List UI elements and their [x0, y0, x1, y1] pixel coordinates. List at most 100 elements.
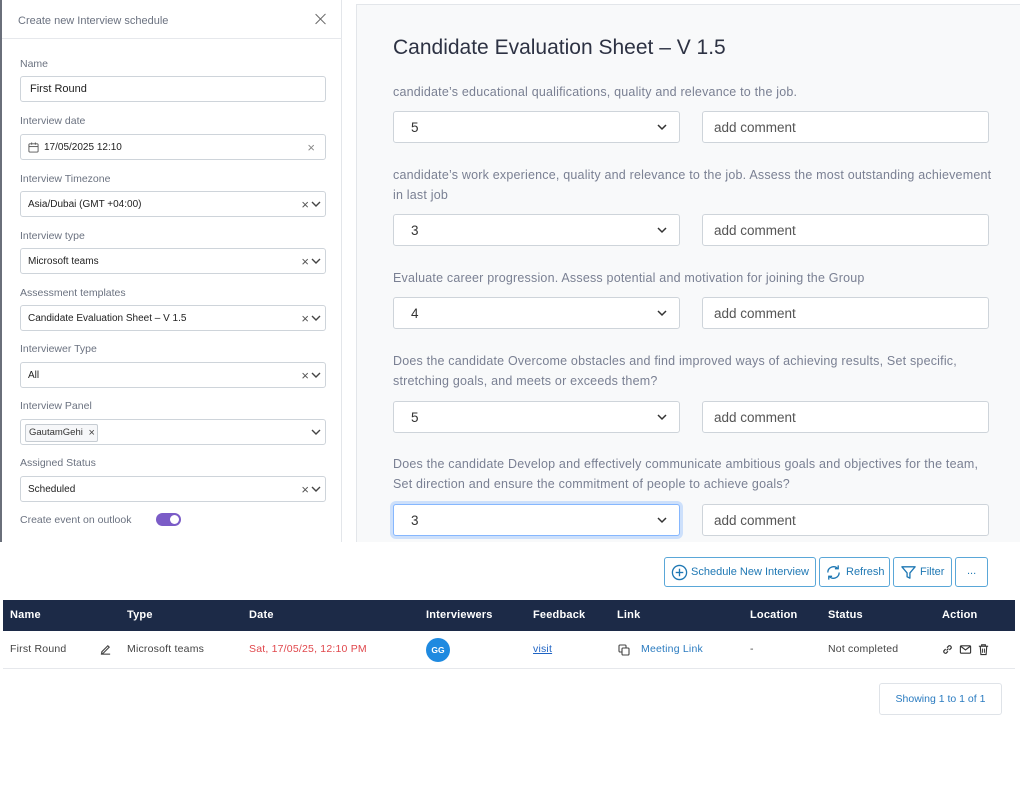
chevron-down-icon[interactable]	[311, 429, 321, 436]
chevron-down-icon	[657, 124, 667, 131]
name-label: Name	[20, 58, 49, 70]
edit-icon[interactable]	[99, 643, 112, 656]
type-label: Interview type	[20, 230, 85, 242]
score-value: 5	[411, 410, 419, 425]
chevron-down-icon	[657, 414, 667, 421]
refresh-button[interactable]: Refresh	[819, 557, 890, 587]
clear-icon[interactable]: ×	[301, 198, 309, 212]
header-date: Date	[249, 609, 274, 621]
comment-placeholder: add comment	[714, 223, 796, 238]
panel-select[interactable]: GautamGehi ×	[20, 419, 326, 445]
clear-icon[interactable]: ×	[301, 483, 309, 497]
panel-tag: GautamGehi ×	[25, 424, 98, 442]
comment-placeholder: add comment	[714, 410, 796, 425]
outlook-toggle[interactable]	[156, 513, 181, 526]
question-text: candidate’s educational qualifications, …	[393, 85, 798, 99]
timezone-label: Interview Timezone	[20, 173, 111, 185]
meeting-link[interactable]: Meeting Link	[641, 643, 703, 655]
panel-title: Create new Interview schedule	[18, 15, 169, 27]
avatar[interactable]: GG	[426, 638, 450, 662]
comment-input[interactable]: add comment	[702, 504, 989, 536]
comment-placeholder: add comment	[714, 513, 796, 528]
header-action: Action	[942, 609, 978, 621]
filter-label: Filter	[920, 566, 945, 578]
score-value: 5	[411, 120, 419, 135]
clear-icon[interactable]: ×	[301, 369, 309, 383]
clear-icon[interactable]: ×	[307, 140, 315, 155]
header-interviewers: Interviewers	[426, 609, 493, 621]
name-input[interactable]: First Round	[20, 76, 326, 102]
table-header: Name Type Date Interviewers Feedback Lin…	[3, 600, 1015, 631]
remove-tag-icon[interactable]: ×	[88, 425, 94, 441]
panel-tag-label: GautamGehi	[29, 427, 83, 438]
question-text: Does the candidate Develop and effective…	[393, 457, 979, 491]
comment-input[interactable]: add comment	[702, 401, 989, 433]
status-select[interactable]: Scheduled ×	[20, 476, 326, 502]
template-value: Candidate Evaluation Sheet – V 1.5	[28, 313, 187, 324]
date-input[interactable]: 17/05/2025 12:10 ×	[20, 134, 326, 160]
create-interview-panel: Create new Interview schedule Name First…	[0, 0, 342, 542]
header-status: Status	[828, 609, 863, 621]
name-value: First Round	[30, 83, 87, 95]
date-label: Interview date	[20, 115, 86, 127]
chevron-down-icon	[657, 227, 667, 234]
copy-icon[interactable]	[618, 644, 630, 656]
schedule-new-interview-button[interactable]: Schedule New Interview	[664, 557, 816, 587]
clear-icon[interactable]: ×	[301, 312, 309, 326]
score-select[interactable]: 4	[393, 297, 680, 329]
comment-placeholder: add comment	[714, 306, 796, 321]
interviewer-type-value: All	[28, 370, 40, 381]
interviewer-type-label: Interviewer Type	[20, 343, 97, 355]
timezone-select[interactable]: Asia/Dubai (GMT +04:00) ×	[20, 191, 326, 217]
clear-icon[interactable]: ×	[301, 255, 309, 269]
header-location: Location	[750, 609, 798, 621]
template-select[interactable]: Candidate Evaluation Sheet – V 1.5 ×	[20, 305, 326, 331]
panel-header: Create new Interview schedule	[2, 7, 342, 39]
comment-input[interactable]: add comment	[702, 214, 989, 246]
chevron-down-icon[interactable]	[311, 258, 321, 265]
timezone-value: Asia/Dubai (GMT +04:00)	[28, 199, 142, 210]
filter-button[interactable]: Filter	[893, 557, 952, 587]
chevron-down-icon[interactable]	[311, 372, 321, 379]
link-icon[interactable]	[941, 643, 954, 656]
comment-input[interactable]: add comment	[702, 297, 989, 329]
evaluation-title: Candidate Evaluation Sheet – V 1.5	[393, 36, 726, 59]
header-name: Name	[10, 609, 41, 621]
score-select[interactable]: 5	[393, 401, 680, 433]
score-select[interactable]: 3	[393, 504, 680, 536]
comment-input[interactable]: add comment	[702, 111, 989, 143]
schedule-new-interview-label: Schedule New Interview	[691, 566, 810, 578]
chevron-down-icon[interactable]	[311, 315, 321, 322]
cell-location: -	[750, 643, 754, 655]
trash-icon[interactable]	[977, 643, 990, 656]
question-text: candidate’s work experience, quality and…	[393, 168, 992, 202]
mail-icon[interactable]	[959, 643, 972, 656]
calendar-icon	[28, 142, 39, 153]
table-row: First Round Microsoft teams Sat, 17/05/2…	[3, 631, 1015, 669]
score-value: 4	[411, 306, 419, 321]
score-value: 3	[411, 223, 419, 238]
chevron-down-icon[interactable]	[311, 486, 321, 493]
outlook-label: Create event on outlook	[20, 514, 132, 526]
type-value: Microsoft teams	[28, 256, 99, 267]
cell-type: Microsoft teams	[127, 643, 205, 655]
cell-status: Not completed	[828, 643, 899, 655]
chevron-down-icon	[657, 517, 667, 524]
score-select[interactable]: 3	[393, 214, 680, 246]
score-select[interactable]: 5	[393, 111, 680, 143]
interviewer-type-select[interactable]: All ×	[20, 362, 326, 388]
feedback-link[interactable]: visit	[533, 643, 552, 655]
type-select[interactable]: Microsoft teams ×	[20, 248, 326, 274]
header-link: Link	[617, 609, 641, 621]
more-label: ...	[967, 565, 977, 577]
question-text: Does the candidate Overcome obstacles an…	[393, 354, 957, 388]
close-icon[interactable]	[314, 12, 328, 26]
chevron-down-icon[interactable]	[311, 201, 321, 208]
template-label: Assessment templates	[20, 287, 126, 299]
score-value: 3	[411, 513, 419, 528]
pagination-summary: Showing 1 to 1 of 1	[879, 683, 1002, 715]
chevron-down-icon	[657, 310, 667, 317]
refresh-label: Refresh	[846, 566, 885, 578]
refresh-icon	[827, 565, 840, 580]
more-button[interactable]: ...	[955, 557, 988, 587]
